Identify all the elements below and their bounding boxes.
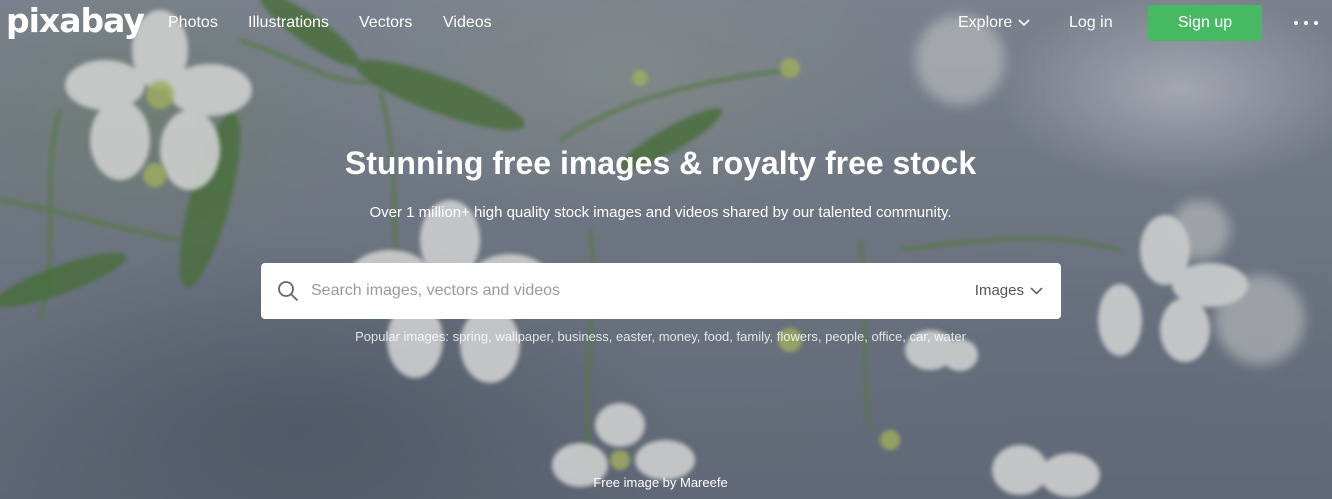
image-credit[interactable]: Free image by Mareefe: [0, 474, 1321, 492]
hero-subline: Over 1 million+ high quality stock image…: [369, 204, 952, 221]
popular-tags: Popular images: spring, wallpaper, busin…: [355, 329, 966, 344]
more-horizontal-icon[interactable]: [1294, 13, 1318, 33]
dot: [1314, 21, 1318, 25]
hero-headline: Stunning free images & royalty free stoc…: [344, 145, 977, 181]
tag-people[interactable]: people: [825, 329, 864, 344]
tag-food[interactable]: food: [704, 329, 729, 344]
nav-photos[interactable]: Photos: [168, 13, 218, 33]
top-navbar: pixabay Photos Illustrations Vectors Vid…: [0, 0, 1332, 46]
search-input[interactable]: [311, 277, 911, 305]
nav-illustrations[interactable]: Illustrations: [248, 13, 329, 33]
hero-section: pixabay Photos Illustrations Vectors Vid…: [0, 0, 1332, 499]
tag-flowers[interactable]: flowers: [777, 329, 818, 344]
tag-wallpaper[interactable]: wallpaper: [495, 329, 550, 344]
tag-money[interactable]: money: [659, 329, 697, 344]
signup-button[interactable]: Sign up: [1148, 5, 1262, 41]
nav-vectors[interactable]: Vectors: [359, 13, 412, 33]
search-bar: Images: [261, 263, 1061, 319]
tag-office[interactable]: office: [871, 329, 902, 344]
tag-business[interactable]: business: [557, 329, 608, 344]
image-overlay: [0, 0, 1332, 499]
popular-label: Popular images:: [355, 329, 450, 344]
media-type-label: Images: [974, 282, 1024, 299]
dot: [1304, 21, 1308, 25]
media-type-dropdown[interactable]: Images: [975, 281, 1043, 301]
tag-car[interactable]: car: [910, 329, 927, 344]
tag-water[interactable]: water: [934, 329, 966, 344]
chevron-down-icon: [1018, 19, 1030, 27]
search-icon[interactable]: [277, 280, 299, 302]
explore-menu[interactable]: Explore: [958, 13, 1030, 33]
dot: [1294, 21, 1298, 25]
explore-label: Explore: [958, 14, 1013, 31]
login-link[interactable]: Log in: [1069, 13, 1113, 33]
tag-easter[interactable]: easter: [616, 329, 651, 344]
pixabay-logo[interactable]: pixabay: [6, 3, 145, 39]
tag-spring[interactable]: spring: [453, 329, 488, 344]
chevron-down-icon: [1030, 287, 1043, 295]
tag-family[interactable]: family: [737, 329, 770, 344]
nav-videos[interactable]: Videos: [443, 13, 492, 33]
